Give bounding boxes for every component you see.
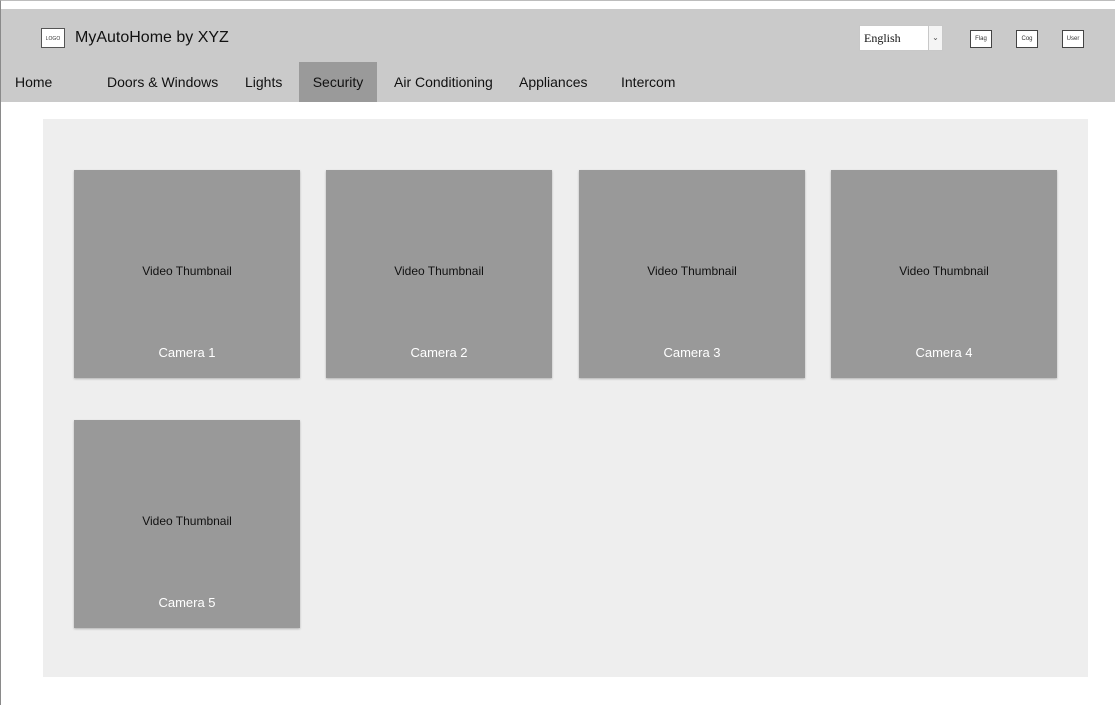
- nav-item-lights[interactable]: Lights: [245, 62, 282, 102]
- camera-card-3[interactable]: Video Thumbnail Camera 3: [579, 170, 805, 378]
- camera-name: Camera 4: [915, 345, 973, 360]
- camera-card-4[interactable]: Video Thumbnail Camera 4: [831, 170, 1057, 378]
- main-nav: Home Doors & Windows Lights Security Air…: [1, 62, 1115, 102]
- flag-icon[interactable]: Flag: [970, 30, 992, 48]
- language-selected-value: English: [864, 31, 901, 45]
- language-select[interactable]: English ⌄: [859, 25, 943, 51]
- nav-item-intercom[interactable]: Intercom: [621, 62, 675, 102]
- camera-card-2[interactable]: Video Thumbnail Camera 2: [326, 170, 552, 378]
- video-thumbnail-label: Video Thumbnail: [394, 264, 484, 278]
- camera-name: Camera 2: [410, 345, 468, 360]
- video-thumbnail-label: Video Thumbnail: [647, 264, 737, 278]
- video-thumbnail-label: Video Thumbnail: [899, 264, 989, 278]
- camera-name: Camera 3: [663, 345, 721, 360]
- nav-item-appliances[interactable]: Appliances: [519, 62, 588, 102]
- logo[interactable]: LOGO: [41, 28, 65, 48]
- camera-grid: Video Thumbnail Camera 1 Video Thumbnail…: [43, 119, 1088, 677]
- video-thumbnail-label: Video Thumbnail: [142, 264, 232, 278]
- nav-item-doors-windows[interactable]: Doors & Windows: [107, 62, 218, 102]
- video-thumbnail-label: Video Thumbnail: [142, 514, 232, 528]
- camera-card-1[interactable]: Video Thumbnail Camera 1: [74, 170, 300, 378]
- camera-name: Camera 1: [158, 345, 216, 360]
- camera-name: Camera 5: [158, 595, 216, 610]
- app-title: MyAutoHome by XYZ: [75, 29, 229, 46]
- nav-item-air-conditioning[interactable]: Air Conditioning: [394, 62, 493, 102]
- nav-item-security[interactable]: Security: [299, 62, 377, 102]
- app-window: LOGO MyAutoHome by XYZ English ⌄ Flag Co…: [0, 0, 1115, 705]
- app-header: LOGO MyAutoHome by XYZ English ⌄ Flag Co…: [1, 9, 1115, 102]
- user-icon[interactable]: User: [1062, 30, 1084, 48]
- chevron-down-icon[interactable]: ⌄: [928, 26, 942, 50]
- nav-item-home[interactable]: Home: [15, 62, 52, 102]
- camera-card-5[interactable]: Video Thumbnail Camera 5: [74, 420, 300, 628]
- cog-icon[interactable]: Cog: [1016, 30, 1038, 48]
